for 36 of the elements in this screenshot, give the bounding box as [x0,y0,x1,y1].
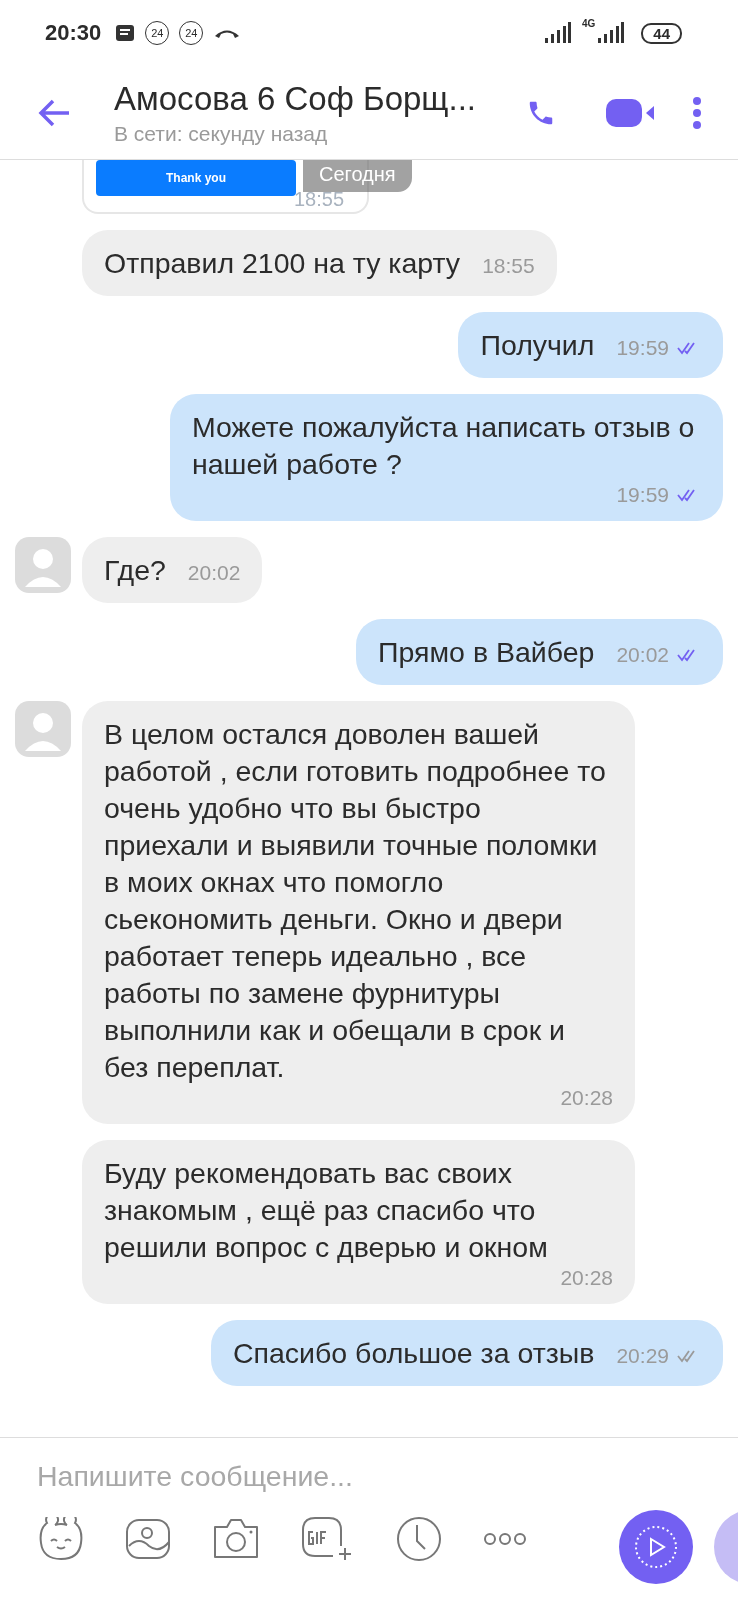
message-text: Спасибо большое за отзыв [233,1336,595,1371]
online-status: В сети: секунду назад [114,121,329,146]
message-time: 19:59 [616,483,669,507]
message-time: 20:02 [616,643,669,667]
message-input[interactable]: Напишите сообщение... [37,1460,353,1493]
message-text: В целом остался доволен вашей работой , если готовить подробнее то очень удобно что вы быстро приехали и выявили точные поломки в моих окнах что помогло сьекономить деньги. Окно и двери работает теперь идеально , все работы по замене фурнитуры выполнили как и обещали в срок и без переплат. [104,717,607,1085]
message-text: Буду рекомендовать вас своих знакомым , ещё раз спасибо что решили вопрос с дверью и окном [104,1156,549,1265]
video-message-button[interactable] [619,1510,693,1584]
battery-indicator: 44 [641,22,682,44]
clock-icon[interactable] [395,1515,443,1563]
message-time: 20:02 [187,561,241,585]
message-text: Где? [104,553,166,588]
camera-icon[interactable] [211,1517,261,1561]
date-label: Сегодня [303,160,412,192]
message-text: Можете пожалуйста написать отзыв о нашей работе ? [192,410,696,482]
network-label: 4G [581,18,596,29]
signal-icon [597,22,626,44]
message-text: Прямо в Вайбер [378,635,595,670]
thank-you-button[interactable]: Thank you [96,160,296,196]
message-time: 19:59 [616,336,669,360]
chat-title: Амосова 6 Соф Борщ... [114,79,477,118]
more-icon[interactable] [483,1532,527,1546]
sticker-icon[interactable] [37,1517,85,1561]
back-icon[interactable] [37,97,71,128]
message-time: 18:55 [482,254,535,278]
signal-icon [543,22,572,44]
more-icon[interactable] [692,96,702,129]
message-time: 20:28 [560,1266,613,1290]
gallery-icon[interactable] [125,1518,171,1560]
message-text: Получил [480,328,595,363]
video-call-icon[interactable] [606,96,656,129]
message-text: Отправил 2100 на ту карту [104,246,461,281]
message-time: 20:28 [560,1086,613,1110]
message-time: 20:29 [616,1344,669,1368]
message-icon [115,24,136,42]
status-time: 20:30 [45,20,102,46]
